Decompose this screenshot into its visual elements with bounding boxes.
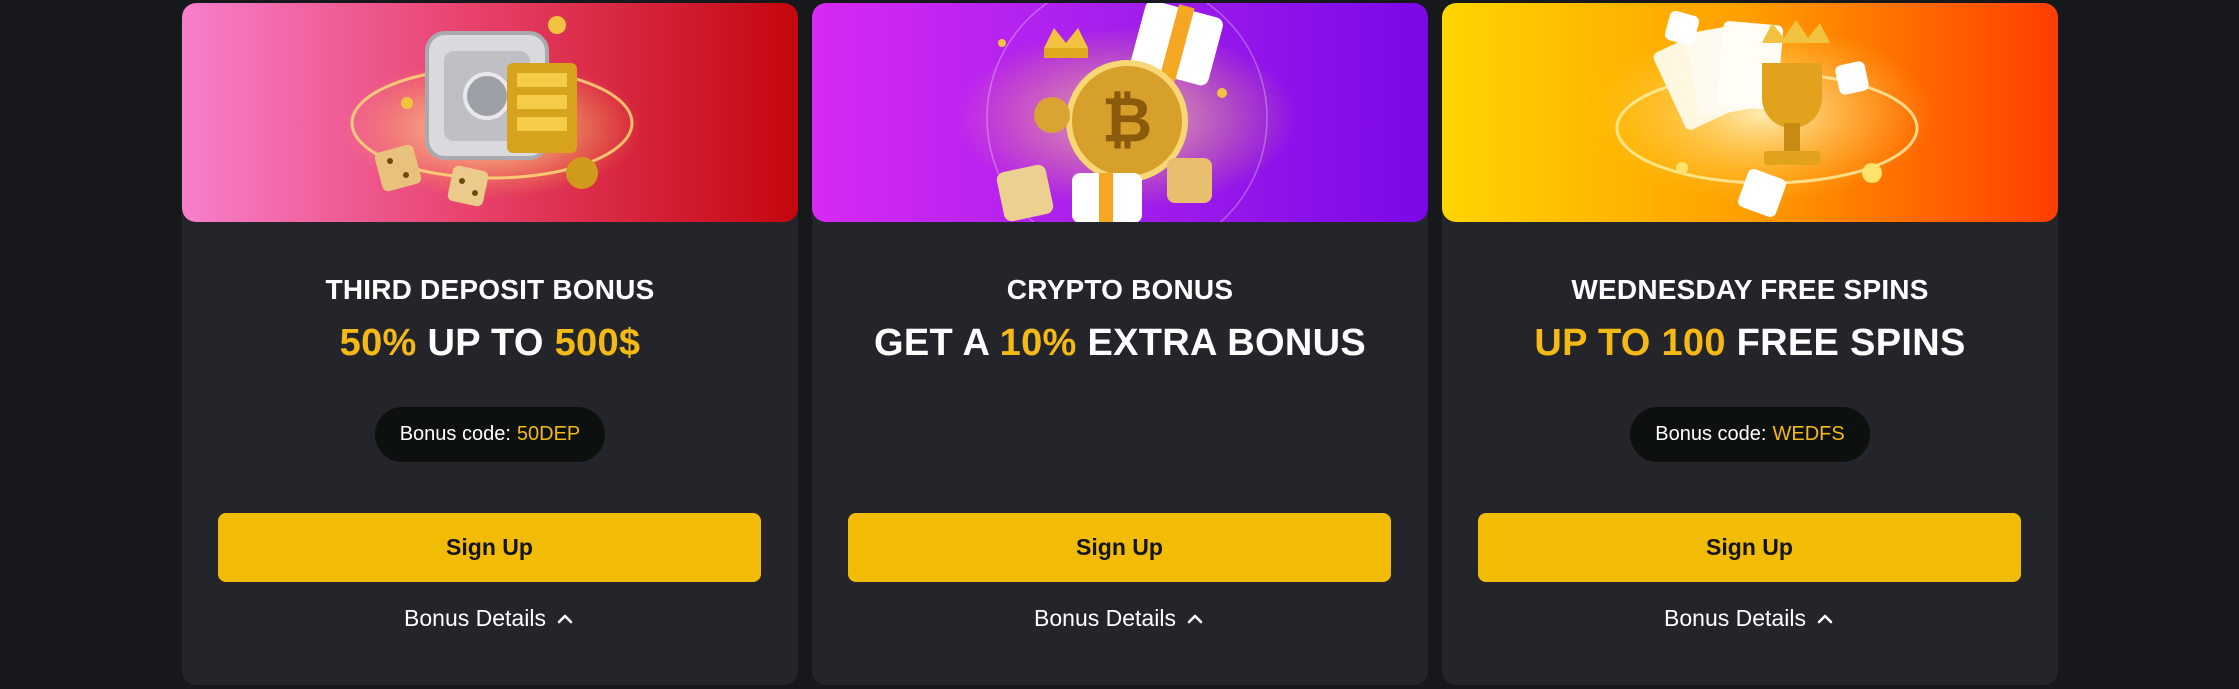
- bonus-title: WEDNESDAY FREE SPINS: [1571, 274, 1929, 305]
- bonus-code-badge: Bonus code: WEDFS: [1630, 407, 1870, 462]
- bonus-details-label: Bonus Details: [404, 605, 546, 631]
- sign-up-button[interactable]: Sign Up: [848, 513, 1391, 582]
- bonus-cards: THIRD DEPOSIT BONUS 50% UP TO 500$ Bonus…: [182, 3, 2058, 685]
- chevron-up-icon: [557, 614, 573, 623]
- bonus-title: THIRD DEPOSIT BONUS: [325, 274, 655, 305]
- bonus-details-label: Bonus Details: [1034, 605, 1176, 631]
- bonus-code-badge: Bonus code: 50DEP: [374, 407, 606, 462]
- bonus-title: CRYPTO BONUS: [1006, 274, 1234, 305]
- svg-text:₿: ₿: [1102, 83, 1153, 156]
- chevron-up-icon: [1817, 614, 1833, 623]
- bonus-card-wednesday-free-spins: WEDNESDAY FREE SPINS UP TO 100 FREE SPIN…: [1442, 3, 2058, 685]
- cards-trophy-crown-icon: [1592, 10, 1932, 217]
- sign-up-button[interactable]: Sign Up: [218, 513, 761, 582]
- chevron-up-icon: [1187, 614, 1203, 623]
- bonus-banner: [182, 3, 798, 222]
- bonus-offer: GET A 10% EXTRA BONUS: [874, 322, 1366, 364]
- bonus-details-toggle[interactable]: Bonus Details: [404, 605, 576, 632]
- bonus-banner: [1442, 3, 2058, 222]
- bonus-banner: ₿: [812, 3, 1428, 222]
- sign-up-button[interactable]: Sign Up: [1478, 513, 2021, 582]
- bonus-code-value: 50DEP: [516, 423, 581, 445]
- bonus-details-toggle[interactable]: Bonus Details: [1034, 605, 1206, 632]
- bonus-details-toggle[interactable]: Bonus Details: [1664, 605, 1836, 632]
- bonus-offer: UP TO 100 FREE SPINS: [1534, 322, 1966, 364]
- bonus-details-label: Bonus Details: [1664, 605, 1806, 631]
- bonus-code-label: Bonus code:: [399, 423, 511, 445]
- gold-safe-dice-icon: [342, 16, 642, 207]
- bonus-offer: 50% UP TO 500$: [339, 322, 641, 364]
- bitcoin-gift-crown-icon: ₿: [957, 3, 1297, 222]
- bonus-code-value: WEDFS: [1772, 423, 1845, 445]
- bonus-card-third-deposit: THIRD DEPOSIT BONUS 50% UP TO 500$ Bonus…: [182, 3, 798, 685]
- bonus-code-label: Bonus code:: [1655, 423, 1767, 445]
- bonus-card-crypto: ₿ CRYPTO BONUS GET A 10% EXTRA BONUS Sig…: [812, 3, 1428, 685]
